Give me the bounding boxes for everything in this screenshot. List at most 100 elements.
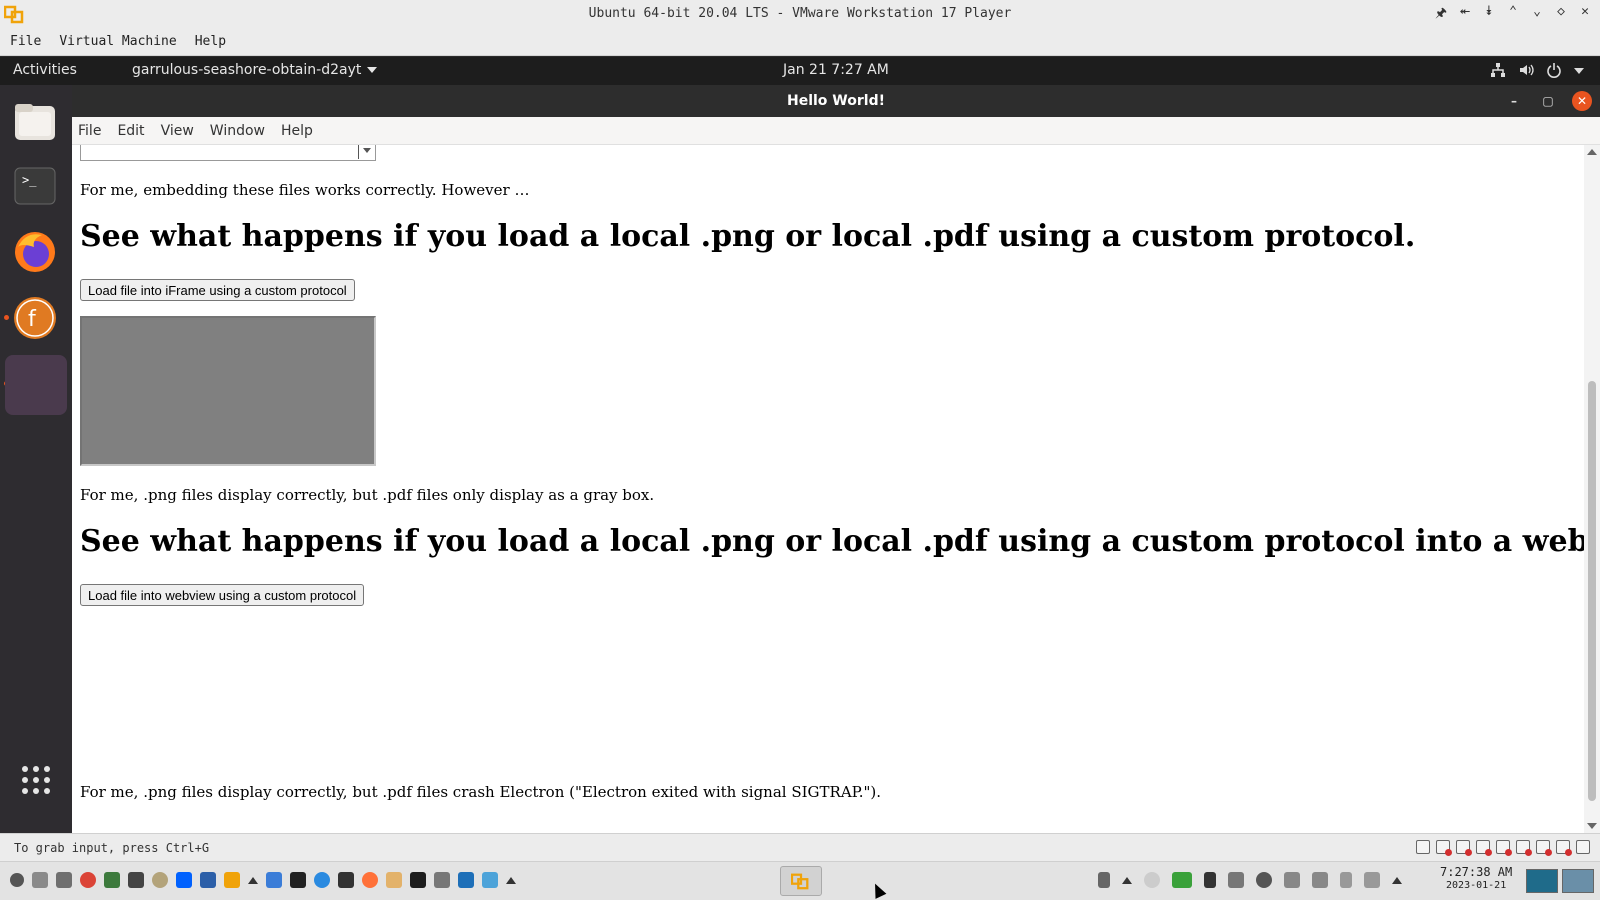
cd-dvd-icon[interactable]	[1436, 840, 1452, 856]
settings-icon[interactable]	[152, 872, 168, 888]
app-menu-window[interactable]: Window	[210, 123, 265, 139]
usb-controller-icon[interactable]	[1496, 840, 1512, 856]
network-graph-icon[interactable]	[1562, 869, 1594, 893]
battery-icon[interactable]	[1340, 872, 1352, 888]
app-menu-bar: File Edit View Window Help	[72, 117, 1600, 145]
activities-button[interactable]: Activities	[13, 62, 77, 78]
load-iframe-button[interactable]: Load file into iFrame using a custom pro…	[80, 279, 355, 301]
font-icon[interactable]	[200, 872, 216, 888]
firefox-icon[interactable]	[362, 872, 378, 888]
volume-icon[interactable]	[1312, 872, 1328, 888]
info-icon[interactable]	[1144, 872, 1160, 888]
printer-icon[interactable]	[1536, 840, 1552, 856]
fritzing-icon[interactable]: f	[8, 291, 62, 345]
load-webview-button[interactable]: Load file into webview using a custom pr…	[80, 584, 365, 606]
host-taskbar: 7:27:38 AM 2023-01-21	[0, 861, 1600, 900]
browser-icon[interactable]	[314, 872, 330, 888]
folder-icon[interactable]	[56, 872, 72, 888]
chevron-up-icon[interactable]	[1122, 876, 1132, 884]
show-desktop-icon[interactable]	[32, 872, 48, 888]
sound-card-icon[interactable]	[1516, 840, 1532, 856]
pin-icon[interactable]: 🖈	[1434, 4, 1448, 26]
chevron-up-icon[interactable]	[1392, 876, 1402, 884]
scroll-down-icon[interactable]	[1587, 823, 1597, 829]
screenshot-icon[interactable]	[434, 872, 450, 888]
vertical-scrollbar[interactable]	[1584, 145, 1600, 833]
image-viewer-icon[interactable]	[104, 872, 120, 888]
system-monitor-icon[interactable]	[410, 872, 426, 888]
app-menu-edit[interactable]: Edit	[117, 123, 144, 139]
app-menu-help[interactable]: Help	[281, 123, 313, 139]
close-icon[interactable]: ✕	[1578, 4, 1592, 26]
chevron-up-icon[interactable]	[506, 876, 516, 884]
package-icon[interactable]	[1172, 872, 1192, 888]
chevron-down-icon[interactable]: ⌄	[1530, 4, 1544, 26]
chevron-up-icon[interactable]	[248, 876, 258, 884]
heading-webview: See what happens if you load a local .pn…	[80, 524, 1584, 559]
files-icon[interactable]	[8, 95, 62, 149]
close-icon[interactable]: ✕	[1572, 91, 1592, 111]
ubuntu-dock: >_ f	[0, 85, 72, 833]
diamond-icon[interactable]: ◇	[1554, 4, 1568, 26]
calculator-icon[interactable]	[338, 872, 354, 888]
mail-icon[interactable]	[128, 872, 144, 888]
taskbar-clock[interactable]: 7:27:38 AM 2023-01-21	[1440, 865, 1512, 893]
floppy-icon[interactable]	[1456, 840, 1472, 856]
chevron-down-icon	[363, 148, 371, 153]
show-applications-icon[interactable]	[21, 765, 51, 795]
electron-app-icon[interactable]	[5, 355, 67, 415]
chevron-down-double-icon[interactable]: ⯯	[1482, 4, 1496, 26]
vmware-icon[interactable]	[224, 872, 240, 888]
gnome-clock[interactable]: Jan 21 7:27 AM	[783, 62, 889, 78]
vmware-task-button[interactable]	[780, 866, 822, 896]
iframe-viewer[interactable]	[80, 316, 376, 466]
vmware-window-title: Ubuntu 64-bit 20.04 LTS - VMware Worksta…	[588, 6, 1012, 21]
network-adapter-icon[interactable]	[1476, 840, 1492, 856]
chevron-up-double-icon[interactable]: ⯬	[1458, 4, 1472, 26]
chrome-icon[interactable]	[80, 872, 96, 888]
dropdown-separator	[358, 145, 359, 159]
text-icon[interactable]	[1204, 872, 1216, 888]
minimize-icon[interactable]: –	[1504, 91, 1524, 111]
terminal-icon[interactable]	[290, 872, 306, 888]
archive-icon[interactable]	[386, 872, 402, 888]
vm-menu-virtual-machine[interactable]: Virtual Machine	[59, 34, 176, 49]
vmware-logo-icon	[791, 873, 809, 890]
gnome-top-bar: Activities garrulous-seashore-obtain-d2a…	[0, 57, 1600, 85]
file-select-dropdown[interactable]	[80, 145, 376, 161]
vm-menu-file[interactable]: File	[10, 34, 41, 49]
guest-screen[interactable]: Activities garrulous-seashore-obtain-d2a…	[0, 57, 1600, 833]
dropbox-icon[interactable]	[1228, 872, 1244, 888]
display-icon[interactable]	[1556, 840, 1572, 856]
dropbox-icon[interactable]	[176, 872, 192, 888]
vmware-status-bar: To grab input, press Ctrl+G	[0, 833, 1600, 861]
app-menu[interactable]: garrulous-seashore-obtain-d2ayt	[132, 62, 378, 78]
maximize-icon[interactable]: ▢	[1538, 91, 1558, 111]
presentation-icon[interactable]	[482, 872, 498, 888]
svg-text:f: f	[28, 307, 37, 332]
electron-window: Hello World! – ▢ ✕ File Edit View Window…	[72, 85, 1600, 833]
cpu-graph-icon[interactable]	[1526, 869, 1558, 893]
clipboard-icon[interactable]	[1098, 872, 1110, 888]
system-tray[interactable]	[1490, 62, 1584, 78]
terminal-icon[interactable]: >_	[8, 159, 62, 213]
window-header-bar[interactable]: Hello World! – ▢ ✕	[72, 85, 1600, 117]
firefox-icon[interactable]	[8, 225, 62, 279]
update-icon[interactable]	[1256, 872, 1272, 888]
vm-menu-help[interactable]: Help	[195, 34, 226, 49]
hard-disk-icon[interactable]	[1416, 840, 1430, 854]
app-menu-file[interactable]: File	[78, 123, 101, 139]
vscode-icon[interactable]	[458, 872, 474, 888]
scissors-icon[interactable]	[1284, 872, 1300, 888]
kde-menu-icon[interactable]	[10, 873, 24, 887]
clock-date: 2023-01-21	[1446, 880, 1507, 891]
webview-result-note: For me, .png files display correctly, bu…	[80, 783, 881, 801]
volume-icon	[1520, 64, 1534, 76]
message-log-icon[interactable]	[1576, 840, 1590, 854]
file-manager-icon[interactable]	[266, 872, 282, 888]
wifi-icon[interactable]	[1364, 872, 1380, 888]
scroll-up-icon[interactable]	[1587, 149, 1597, 155]
chevron-up-icon[interactable]: ⌃	[1506, 4, 1520, 26]
app-menu-view[interactable]: View	[161, 123, 194, 139]
scroll-thumb[interactable]	[1588, 381, 1596, 801]
